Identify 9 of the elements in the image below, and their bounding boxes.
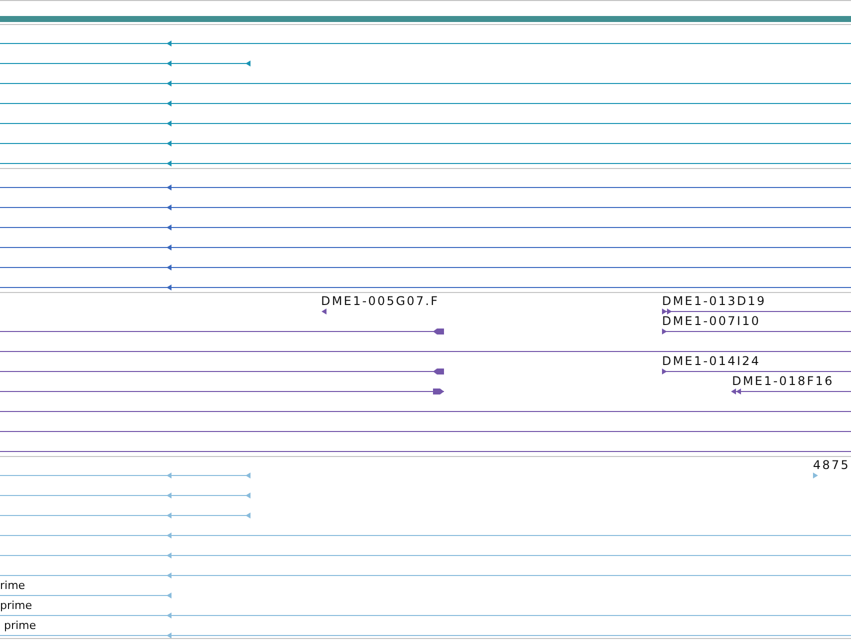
feature-label: DME1-013D19 <box>662 294 766 308</box>
feature-label: prime <box>4 619 36 632</box>
feature-label: rime <box>0 579 26 592</box>
feature-label: DME1-014I24 <box>662 354 760 368</box>
feature-label: DME1-018F16 <box>732 374 834 388</box>
feature-label: DME1-005G07.F <box>321 294 440 308</box>
feature-label: 4875 <box>813 458 850 472</box>
feature-label: DME1-007I10 <box>662 314 760 328</box>
feature-label: prime <box>0 599 32 612</box>
